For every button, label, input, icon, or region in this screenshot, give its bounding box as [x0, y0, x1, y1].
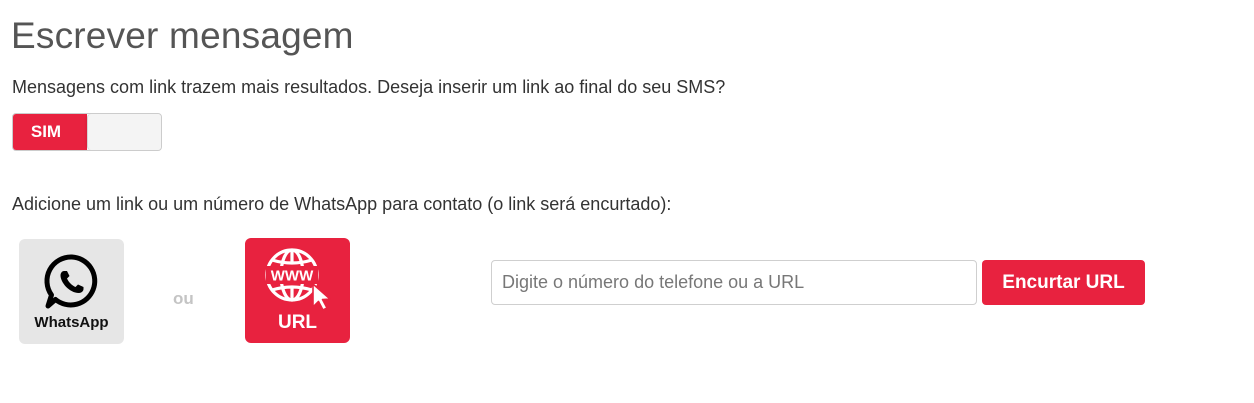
include-link-toggle[interactable]: SIM — [12, 113, 162, 151]
toggle-on-label: SIM — [13, 114, 87, 150]
svg-text:WWW: WWW — [270, 268, 313, 285]
link-question-text: Mensagens com link trazem mais resultado… — [12, 77, 726, 97]
phone-or-url-input[interactable] — [491, 260, 977, 305]
url-option-button[interactable]: WWW URL — [245, 238, 350, 343]
shorten-url-button[interactable]: Encurtar URL — [982, 260, 1145, 305]
whatsapp-option-button[interactable]: WhatsApp — [19, 239, 124, 344]
whatsapp-option-label: WhatsApp — [34, 314, 109, 331]
toggle-handle[interactable] — [87, 114, 161, 150]
page-title: Escrever mensagem — [11, 15, 354, 56]
url-option-label: URL — [277, 312, 318, 333]
whatsapp-icon — [43, 254, 97, 309]
or-separator: ou — [173, 289, 194, 308]
link-instruction-text: Adicione um link ou um número de WhatsAp… — [12, 194, 672, 214]
globe-www-cursor-icon: WWW — [264, 248, 331, 311]
